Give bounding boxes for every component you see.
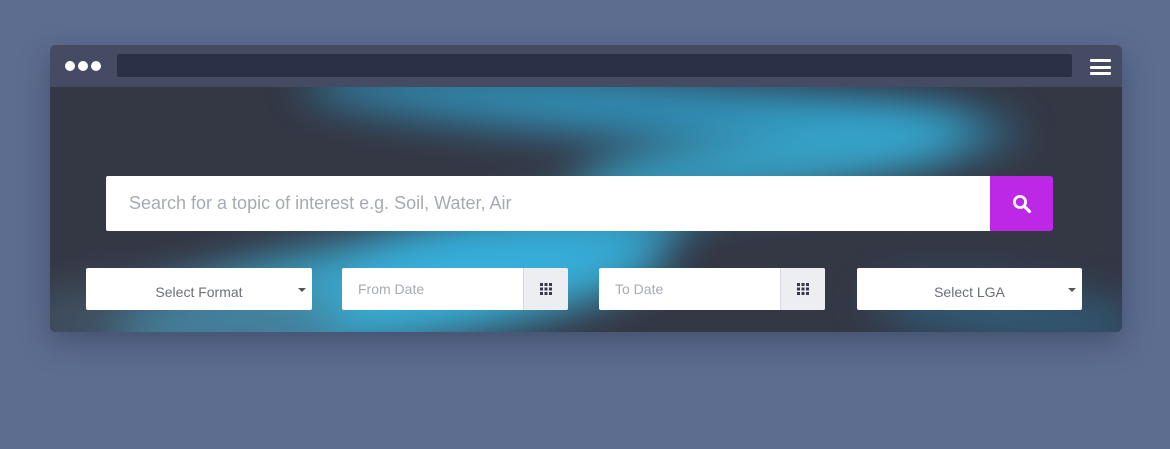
- search-field[interactable]: [106, 176, 990, 231]
- format-select[interactable]: Select Format: [86, 268, 312, 310]
- window-dots: [65, 61, 101, 71]
- address-bar[interactable]: [117, 54, 1072, 77]
- format-select-label: Select Format: [155, 284, 243, 300]
- from-date-input[interactable]: From Date: [342, 268, 523, 310]
- to-date-calendar-button[interactable]: [780, 268, 825, 310]
- calendar-grid-icon: [540, 283, 552, 295]
- from-date-picker[interactable]: From Date: [342, 268, 568, 310]
- browser-titlebar: [50, 45, 1122, 87]
- search-icon: [1012, 194, 1031, 213]
- lga-select[interactable]: Select LGA: [857, 268, 1082, 310]
- calendar-grid-icon: [797, 283, 809, 295]
- lga-select-label: Select LGA: [934, 284, 1005, 300]
- chevron-down-icon: [298, 288, 306, 292]
- search-button[interactable]: [990, 176, 1053, 231]
- from-date-calendar-button[interactable]: [523, 268, 568, 310]
- hero-section: Select Format From Date To D: [50, 87, 1122, 332]
- browser-window: Select Format From Date To D: [50, 45, 1122, 332]
- chevron-down-icon: [1068, 288, 1076, 292]
- window-dot-icon: [65, 61, 75, 71]
- search-input[interactable]: [127, 192, 990, 215]
- to-date-picker[interactable]: To Date: [599, 268, 825, 310]
- hamburger-menu-icon[interactable]: [1090, 59, 1111, 75]
- window-dot-icon: [91, 61, 101, 71]
- window-dot-icon: [78, 61, 88, 71]
- to-date-input[interactable]: To Date: [599, 268, 780, 310]
